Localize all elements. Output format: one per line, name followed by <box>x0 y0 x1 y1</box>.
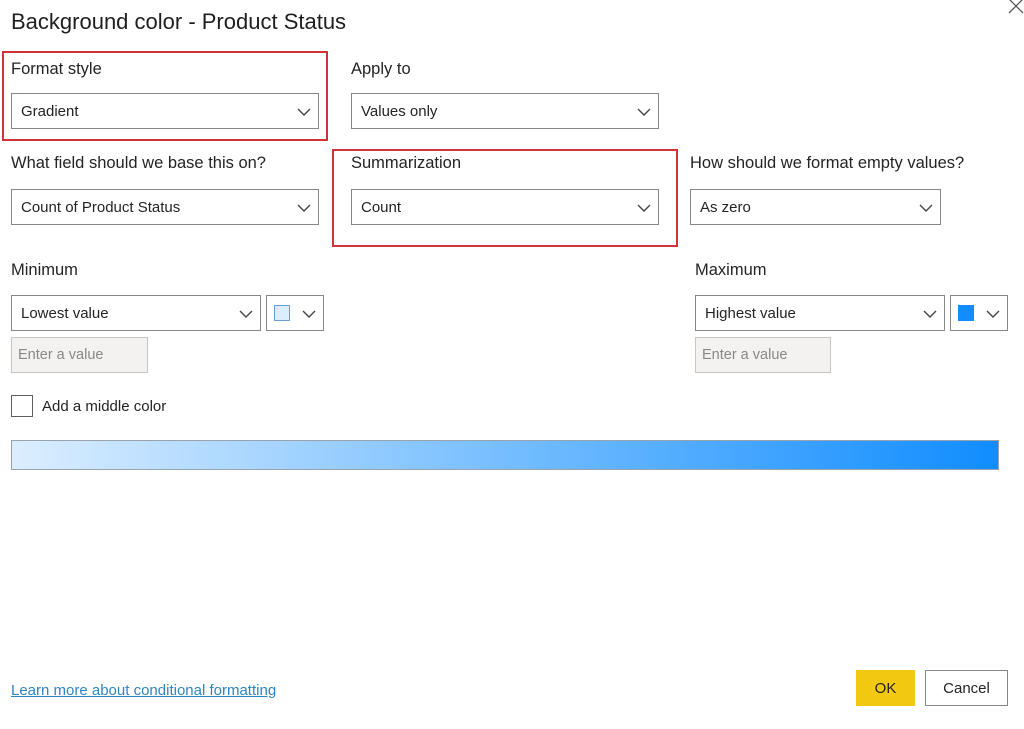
apply-to-value: Values only <box>361 103 438 120</box>
minimum-label: Minimum <box>11 261 78 279</box>
ok-button[interactable]: OK <box>856 670 915 706</box>
minimum-color-picker[interactable] <box>266 295 324 331</box>
cancel-button[interactable]: Cancel <box>925 670 1008 706</box>
gradient-preview-bar <box>11 440 999 470</box>
dialog-title: Background color - Product Status <box>11 9 347 34</box>
base-field-value: Count of Product Status <box>21 199 181 216</box>
middle-color-label: Add a middle color <box>42 398 167 415</box>
minimum-value-input[interactable] <box>11 337 148 373</box>
middle-color-checkbox[interactable] <box>11 395 33 417</box>
base-field-label: What field should we base this on? <box>11 154 266 172</box>
chevron-down-icon <box>297 201 311 213</box>
base-field-dropdown[interactable]: Count of Product Status <box>11 189 319 225</box>
maximum-value-input[interactable] <box>695 337 831 373</box>
summarization-dropdown[interactable]: Count <box>351 189 659 225</box>
minimum-dropdown[interactable]: Lowest value <box>11 295 261 331</box>
maximum-label: Maximum <box>695 261 767 279</box>
apply-to-label: Apply to <box>351 60 411 78</box>
apply-to-dropdown[interactable]: Values only <box>351 93 659 129</box>
chevron-down-icon <box>637 201 651 213</box>
format-style-dropdown[interactable]: Gradient <box>11 93 319 129</box>
maximum-dropdown[interactable]: Highest value <box>695 295 945 331</box>
chevron-down-icon <box>637 105 651 117</box>
minimum-color-swatch <box>274 305 290 321</box>
empty-values-value: As zero <box>700 199 751 216</box>
learn-more-link[interactable]: Learn more about conditional formatting <box>11 682 276 699</box>
chevron-down-icon <box>986 307 1000 319</box>
chevron-down-icon <box>302 307 316 319</box>
close-icon[interactable] <box>1004 0 1024 18</box>
maximum-color-picker[interactable] <box>950 295 1008 331</box>
format-style-label: Format style <box>11 60 102 78</box>
chevron-down-icon <box>923 307 937 319</box>
summarization-value: Count <box>361 199 402 216</box>
maximum-value: Highest value <box>705 305 796 322</box>
chevron-down-icon <box>239 307 253 319</box>
format-style-value: Gradient <box>21 103 79 120</box>
maximum-color-swatch <box>958 305 974 321</box>
chevron-down-icon <box>297 105 311 117</box>
empty-values-label: How should we format empty values? <box>690 154 965 172</box>
summarization-label: Summarization <box>351 154 462 172</box>
chevron-down-icon <box>919 201 933 213</box>
empty-values-dropdown[interactable]: As zero <box>690 189 941 225</box>
minimum-value: Lowest value <box>21 305 109 322</box>
